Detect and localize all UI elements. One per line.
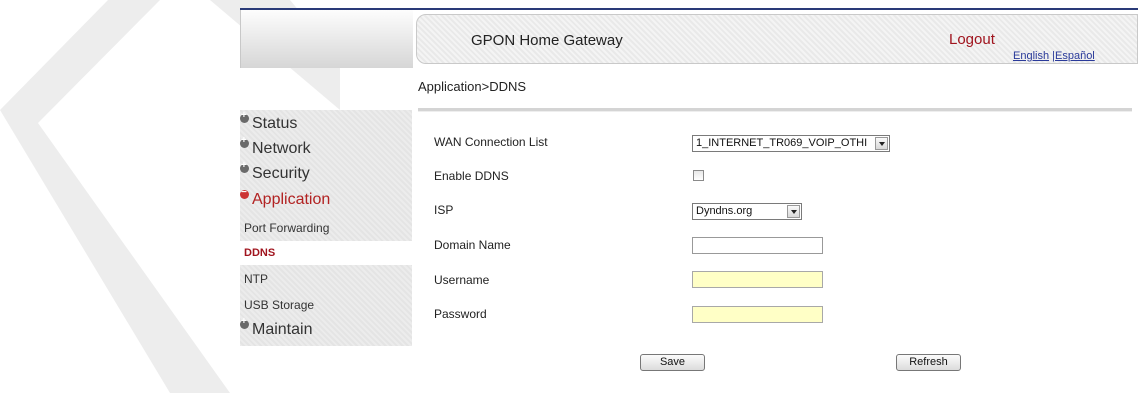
collapse-icon [240,187,249,199]
password-input[interactable] [692,306,823,323]
domain-name-label: Domain Name [434,238,511,252]
isp-label: ISP [434,203,454,217]
sidebar-nav: Status Network Security Application Port… [240,110,412,346]
nav-item-status[interactable]: Status [240,110,298,137]
lang-english-link[interactable]: English [1013,50,1049,62]
enable-ddns-label: Enable DDNS [434,169,509,183]
breadcrumb: Application>DDNS [418,79,527,94]
refresh-button[interactable]: Refresh [896,354,961,371]
nav-sub-port-forwarding[interactable]: Port Forwarding [240,216,412,240]
language-switcher: English |Español [1013,50,1095,62]
password-label: Password [434,307,487,321]
nav-item-security[interactable]: Security [240,160,310,187]
isp-select[interactable]: Dyndns.org [692,203,802,220]
username-label: Username [434,273,490,287]
page-header: GPON Home Gateway Logout English |Españo… [416,14,1138,64]
app-title: GPON Home Gateway [471,32,623,49]
lang-spanish-link[interactable]: Español [1055,50,1095,62]
expand-icon [240,316,249,329]
save-button[interactable]: Save [640,354,705,371]
nav-item-label: Network [252,140,311,157]
nav-item-label: Application [252,191,331,208]
expand-icon [240,135,249,148]
wan-connection-select[interactable]: 1_INTERNET_TR069_VOIP_OTHI [692,135,890,152]
nav-item-maintain[interactable]: Maintain [240,316,313,343]
sidebar-header [240,10,413,68]
nav-item-label: Maintain [252,321,313,338]
nav-item-application[interactable]: Application [240,187,331,213]
logout-link[interactable]: Logout [949,31,995,48]
domain-name-input[interactable] [692,237,823,254]
nav-sub-ntp[interactable]: NTP [240,267,412,291]
isp-value: Dyndns.org [696,205,753,217]
enable-ddns-checkbox[interactable] [693,170,704,181]
expand-icon [240,160,249,173]
nav-item-label: Status [252,115,298,132]
wan-connection-label: WAN Connection List [434,135,548,149]
username-input[interactable] [692,271,823,288]
wan-connection-value: 1_INTERNET_TR069_VOIP_OTHI [696,137,868,149]
nav-sub-ddns[interactable]: DDNS [240,241,412,265]
section-divider [418,108,1132,112]
nav-sub-usb-storage[interactable]: USB Storage [240,293,412,317]
nav-item-label: Security [252,165,310,182]
expand-icon [240,110,249,123]
dropdown-arrow-icon [875,137,888,150]
dropdown-arrow-icon [787,205,800,218]
nav-item-network[interactable]: Network [240,135,311,162]
